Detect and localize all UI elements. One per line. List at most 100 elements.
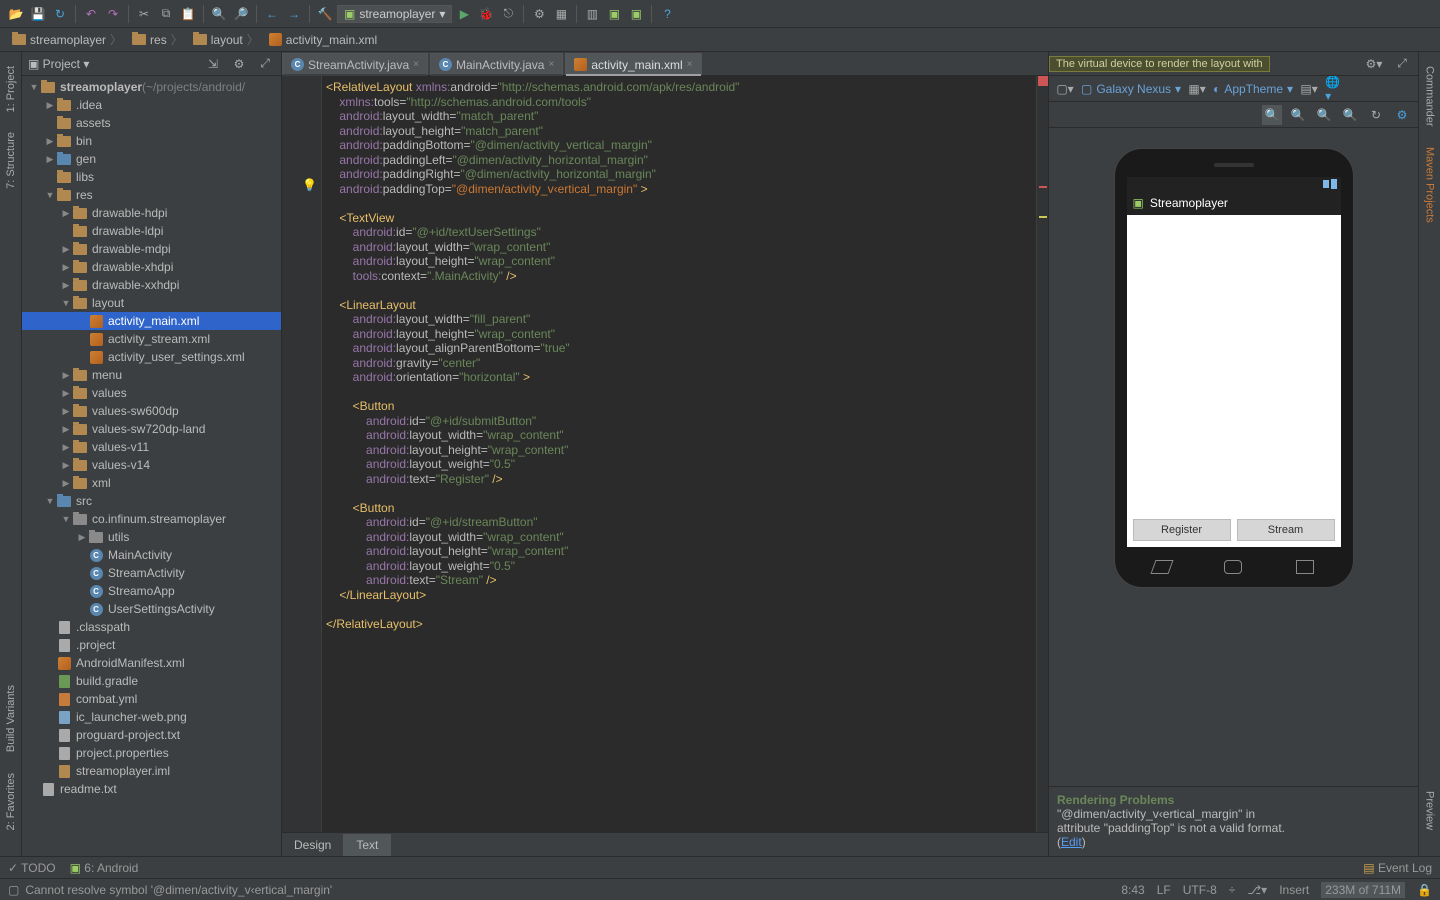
preview-settings-icon[interactable]: ⚙▾ [1364,54,1384,74]
zoom-in-icon[interactable]: 🔍 [1314,105,1334,125]
error-indicator-icon[interactable] [1038,76,1048,86]
orientation-icon[interactable]: ▢▾ [1055,79,1075,99]
crumb-0[interactable]: streamoplayer〉 [8,29,126,50]
theme-combo[interactable]: ◐ AppTheme▾ [1213,82,1293,96]
insert-mode[interactable]: Insert [1279,883,1309,897]
debug-icon[interactable]: 🐞 [476,4,496,24]
tree-item-drawable-xhdpi[interactable]: ▶drawable-xhdpi [22,258,281,276]
cut-icon[interactable]: ✂ [134,4,154,24]
run-config-combo[interactable]: ▣ streamoplayer ▾ [337,5,452,23]
close-tab-icon[interactable]: × [413,59,419,70]
tree-item-values-sw720dp-land[interactable]: ▶values-sw720dp-land [22,420,281,438]
paste-icon[interactable]: 📋 [178,4,198,24]
tree-item-src[interactable]: ▼src [22,492,281,510]
help-icon[interactable]: ? [657,4,677,24]
lock-icon[interactable]: 🔒 [1417,883,1432,897]
tree-item-res[interactable]: ▼res [22,186,281,204]
tree-item-co-infinum-streamoplayer[interactable]: ▼co.infinum.streamoplayer [22,510,281,528]
replace-icon[interactable]: 🔎 [231,4,251,24]
layout-surface[interactable]: Register Stream [1127,215,1341,547]
tree-item--project[interactable]: .project [22,636,281,654]
zoom-fit-icon[interactable]: 🔍 [1262,105,1282,125]
tree-item-bin[interactable]: ▶bin [22,132,281,150]
attach-icon[interactable]: ⎋ [498,4,518,24]
tree-item-streamoplayer-iml[interactable]: streamoplayer.iml [22,762,281,780]
run-icon[interactable]: ▶ [454,4,474,24]
tree-item-proguard-project-txt[interactable]: proguard-project.txt [22,726,281,744]
project-view-combo[interactable]: ▣ Project ▾ [28,57,89,71]
tree-item-libs[interactable]: libs [22,168,281,186]
crumb-3[interactable]: activity_main.xml [265,31,381,49]
sdk-manager-icon[interactable]: ▥ [582,4,602,24]
android-monitor-icon[interactable]: ▣ [626,4,646,24]
hide-icon[interactable]: ⤢ [255,54,275,74]
editor-gutter[interactable]: 💡 [282,76,322,832]
tree-item-assets[interactable]: assets [22,114,281,132]
todo-tab[interactable]: ✓ TODO [8,861,56,875]
close-tab-icon[interactable]: × [548,59,554,70]
tree-item-menu[interactable]: ▶menu [22,366,281,384]
toolwindow-toggle-icon[interactable]: ▢ [8,883,19,897]
tree-item-streamactivity[interactable]: CStreamActivity [22,564,281,582]
render-edit-link[interactable]: Edit [1061,835,1082,849]
sync-icon[interactable]: ↻ [50,4,70,24]
tree-item-utils[interactable]: ▶utils [22,528,281,546]
tree-item-drawable-xxhdpi[interactable]: ▶drawable-xxhdpi [22,276,281,294]
right-tab-maven[interactable]: Maven Projects [1424,143,1436,227]
forward-icon[interactable]: → [284,4,304,24]
tree-item-values-v14[interactable]: ▶values-v14 [22,456,281,474]
options-icon[interactable]: ⚙ [1392,105,1412,125]
left-tab-favorites[interactable]: 2: Favorites [5,769,17,834]
tree-item-readme-txt[interactable]: readme.txt [22,780,281,798]
device-combo[interactable]: ▢ Galaxy Nexus▾ [1081,82,1181,96]
open-icon[interactable]: 📂 [6,4,26,24]
avd-manager-icon[interactable]: ▣ [604,4,624,24]
tree-item-combat-yml[interactable]: combat.yml [22,690,281,708]
tree-item--classpath[interactable]: .classpath [22,618,281,636]
git-branch[interactable]: ⎇▾ [1247,883,1267,897]
tree-item-values-sw600dp[interactable]: ▶values-sw600dp [22,402,281,420]
crumb-2[interactable]: layout〉 [189,29,263,50]
tree-item-activity-main-xml[interactable]: activity_main.xml [22,312,281,330]
intention-bulb-icon[interactable]: 💡 [302,178,317,192]
crumb-1[interactable]: res〉 [128,29,187,50]
collapse-icon[interactable]: ⇲ [203,54,223,74]
find-icon[interactable]: 🔍 [209,4,229,24]
tree-item--idea[interactable]: ▶.idea [22,96,281,114]
undo-icon[interactable]: ↶ [81,4,101,24]
tree-item-layout[interactable]: ▼layout [22,294,281,312]
tree-item-values-v11[interactable]: ▶values-v11 [22,438,281,456]
locale-icon[interactable]: ▤▾ [1299,79,1319,99]
refresh-preview-icon[interactable]: 🌐▾ [1325,79,1345,99]
preview-hide-icon[interactable]: ⤢ [1392,54,1412,74]
make-icon[interactable]: 🔨 [315,4,335,24]
text-tab[interactable]: Text [344,834,391,856]
api-combo[interactable]: ▦▾ [1187,79,1207,99]
caret-position[interactable]: 8:43 [1121,883,1144,897]
redo-icon[interactable]: ↷ [103,4,123,24]
editor-tab-streamactivity-java[interactable]: CStreamActivity.java× [282,53,428,75]
error-stripe[interactable] [1036,76,1048,832]
tree-item-streamoplayer[interactable]: ▼streamoplayer (~/projects/android/ [22,78,281,96]
right-tab-preview[interactable]: Preview [1424,787,1436,834]
tree-item-usersettingsactivity[interactable]: CUserSettingsActivity [22,600,281,618]
editor-tab-activity-main-xml[interactable]: activity_main.xml× [565,53,701,75]
code-editor[interactable]: <RelativeLayout xmlns:android="http://sc… [322,76,1036,832]
copy-icon[interactable]: ⧉ [156,4,176,24]
encoding[interactable]: UTF-8 [1183,883,1217,897]
right-tab-commander[interactable]: Commander [1424,62,1436,131]
register-button[interactable]: Register [1133,519,1231,541]
tree-item-values[interactable]: ▶values [22,384,281,402]
tree-item-project-properties[interactable]: project.properties [22,744,281,762]
android-tab[interactable]: ▣ 6: Android [70,861,139,875]
tree-item-ic-launcher-web-png[interactable]: ic_launcher-web.png [22,708,281,726]
project-tree[interactable]: ▼streamoplayer (~/projects/android/▶.ide… [22,76,281,856]
editor-tab-mainactivity-java[interactable]: CMainActivity.java× [430,53,563,75]
settings-icon[interactable]: ⚙ [529,4,549,24]
tree-item-drawable-mdpi[interactable]: ▶drawable-mdpi [22,240,281,258]
tree-item-gen[interactable]: ▶gen [22,150,281,168]
memory-indicator[interactable]: 233M of 711M [1321,882,1405,898]
back-icon[interactable]: ← [262,4,282,24]
left-tab-structure[interactable]: 7: Structure [5,128,17,193]
line-separator[interactable]: LF [1157,883,1171,897]
